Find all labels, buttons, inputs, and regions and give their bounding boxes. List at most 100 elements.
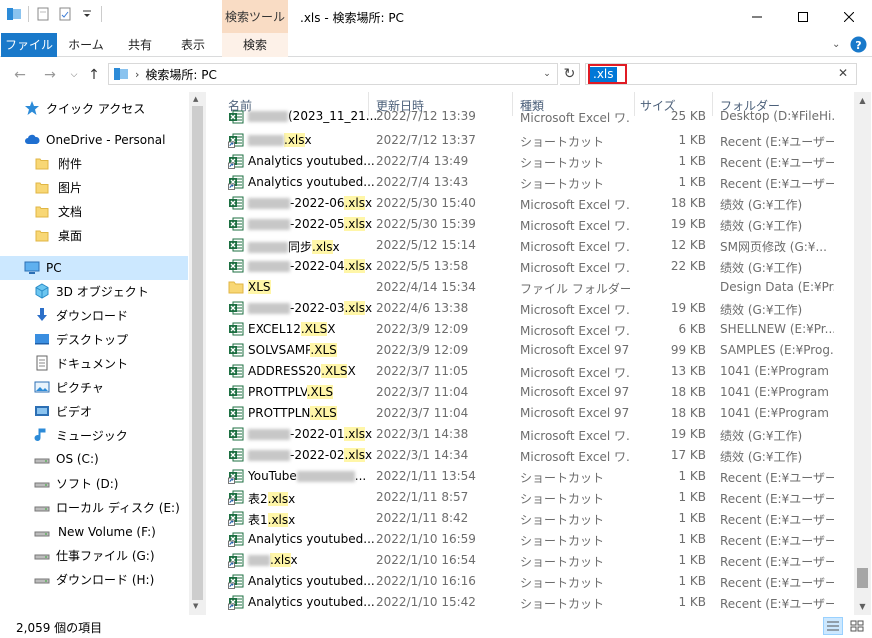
nav-item-9[interactable]: デスクトップ (0, 327, 188, 351)
table-row[interactable]: -2022-06.xlsx 2022/5/30 15:40 Microsoft Ex… (206, 193, 854, 214)
nav-item-11[interactable]: ピクチャ (0, 375, 188, 399)
tab-home[interactable]: ホーム (62, 33, 110, 57)
maximize-button[interactable] (780, 0, 826, 33)
address-bar[interactable]: › 検索場所: PC ⌄ (108, 63, 558, 85)
tab-view[interactable]: 表示 (169, 33, 217, 57)
table-row[interactable]: Analytics youtubed... 2022/7/4 13:49 ショートカ… (206, 151, 854, 172)
table-row[interactable]: 表2.xlsx 2022/1/11 8:57 ショートカット 1 KB Recent (… (206, 487, 854, 508)
nav-item-5[interactable]: 桌面 (0, 223, 188, 247)
back-button[interactable]: ← (10, 65, 30, 85)
file-type: Microsoft Excel 97... (520, 343, 630, 357)
tab-share[interactable]: 共有 (116, 33, 164, 57)
nav-item-10[interactable]: ドキュメント (0, 351, 188, 375)
file-size: 1 KB (678, 490, 706, 504)
nav-item-13[interactable]: ミュージック (0, 423, 188, 447)
file-name-suffix: x (288, 513, 296, 527)
up-button[interactable]: ↑ (84, 65, 104, 85)
table-row[interactable]: PROTTPLV.XLS 2022/3/7 11:04 Microsoft Exce… (206, 382, 854, 403)
nav-scroll-down-icon[interactable]: ▼ (193, 602, 198, 610)
nav-item-18[interactable]: 仕事ファイル (G:) (0, 543, 188, 567)
nav-item-4[interactable]: 文档 (0, 199, 188, 223)
breadcrumb[interactable]: 検索場所: PC (145, 66, 216, 83)
large-icons-view-button[interactable] (847, 617, 867, 635)
scroll-down-icon[interactable]: ▼ (854, 598, 871, 615)
file-name-suffix: x (288, 492, 296, 506)
file-type: Microsoft Excel 97... (520, 406, 630, 420)
refresh-button[interactable]: ↻ (560, 63, 580, 85)
table-row[interactable]: 表1.xlsx 2022/1/11 8:42 ショートカット 1 KB Recent (… (206, 508, 854, 529)
file-type: Microsoft Excel ワ... (520, 219, 630, 233)
scroll-up-icon[interactable]: ▲ (854, 92, 871, 109)
recent-locations-button[interactable]: ⌵ (64, 65, 84, 85)
nav-item-16[interactable]: ローカル ディスク (E:) (0, 495, 188, 519)
help-icon[interactable]: ? (850, 36, 867, 53)
table-row[interactable]: (2023_11_21... 2022/7/12 13:39 Microsoft E… (206, 109, 854, 130)
file-size: 18 KB (670, 406, 706, 420)
table-row[interactable]: -2022-01.xlsx 2022/3/1 14:38 Microsoft Exc… (206, 424, 854, 445)
address-dropdown-icon[interactable]: ⌄ (539, 66, 555, 82)
nav-item-label: ビデオ (56, 404, 93, 419)
folder-icon (34, 155, 50, 171)
nav-item-17[interactable]: New Volume (F:) (0, 520, 188, 544)
navigation-pane: クイック アクセス OneDrive - Personal 附件 图片 文档 桌面 PC 3D… (0, 92, 204, 615)
nav-scroll-up-icon[interactable]: ▲ (193, 95, 198, 103)
qat-separator-2 (101, 6, 102, 22)
nav-scrollbar[interactable]: ▲ ▼ (189, 92, 206, 615)
nav-item-1[interactable]: OneDrive - Personal (0, 128, 188, 152)
table-row[interactable]: SOLVSAMP.XLS 2022/3/9 12:09 Microsoft Exce… (206, 340, 854, 361)
nav-item-15[interactable]: ソフト (D:) (0, 471, 188, 495)
customize-qat-icon[interactable] (79, 6, 95, 22)
forward-button[interactable]: → (40, 65, 60, 85)
nav-scroll-thumb[interactable] (192, 106, 203, 600)
nav-item-7[interactable]: 3D オブジェクト (0, 279, 188, 303)
table-row[interactable]: -2022-04.xlsx 2022/5/5 13:58 Microsoft Exc… (206, 256, 854, 277)
nav-item-0[interactable]: クイック アクセス (0, 96, 188, 120)
content-scrollbar[interactable]: ▲ ▼ (854, 92, 871, 615)
modified-date: 2022/7/12 13:37 (376, 133, 476, 147)
properties-icon[interactable] (35, 6, 51, 22)
table-row[interactable]: 同步.xlsx 2022/5/12 15:14 Microsoft Excel ワ.… (206, 235, 854, 256)
nav-item-14[interactable]: OS (C:) (0, 447, 188, 471)
table-row[interactable]: .xlsx 2022/7/12 13:37 ショートカット 1 KB Recent (E… (206, 130, 854, 151)
file-name-prefix: ADDRESS20 (248, 364, 322, 378)
nav-item-8[interactable]: ダウンロード (0, 303, 188, 327)
search-input[interactable]: .xls ✕ (585, 63, 857, 85)
nav-item-3[interactable]: 图片 (0, 175, 188, 199)
table-row[interactable]: .xlsx 2022/1/10 16:54 ショートカット 1 KB Recent (E… (206, 550, 854, 571)
scroll-thumb[interactable] (857, 568, 868, 588)
nav-item-label: ダウンロード (H:) (56, 572, 155, 587)
tab-search[interactable]: 検索 (222, 33, 288, 57)
table-row[interactable]: -2022-03.xlsx 2022/4/6 13:38 Microsoft Exc… (206, 298, 854, 319)
excel-file-icon (228, 195, 244, 211)
table-row[interactable]: Analytics youtubed... 2022/1/10 15:42 ショート… (206, 592, 854, 613)
file-name-prefix: -2022-01 (290, 427, 345, 441)
file-size: 17 KB (670, 448, 706, 462)
table-row[interactable]: XLS 2022/4/14 15:34 ファイル フォルダー Design Data … (206, 277, 854, 298)
folder-icon (228, 279, 244, 295)
new-folder-check-icon[interactable] (57, 6, 73, 22)
file-name-prefix: Analytics youtubed... (248, 175, 375, 189)
clear-search-icon[interactable]: ✕ (838, 66, 848, 80)
tab-file[interactable]: ファイル (1, 33, 57, 57)
table-row[interactable]: Analytics youtubed... 2022/7/4 13:43 ショートカ… (206, 172, 854, 193)
table-row[interactable]: PROTTPLN.XLS 2022/3/7 11:04 Microsoft Exce… (206, 403, 854, 424)
modified-date: 2022/3/7 11:04 (376, 406, 469, 420)
nav-item-19[interactable]: ダウンロード (H:) (0, 567, 188, 591)
ribbon-expand-chevron-icon[interactable]: ⌄ (832, 39, 840, 50)
table-row[interactable]: Analytics youtubed... 2022/1/10 16:16 ショート… (206, 571, 854, 592)
table-row[interactable]: -2022-05.xlsx 2022/5/30 15:39 Microsoft Ex… (206, 214, 854, 235)
modified-date: 2022/3/7 11:04 (376, 385, 469, 399)
minimize-button[interactable] (734, 0, 780, 33)
nav-item-2[interactable]: 附件 (0, 151, 188, 175)
table-row[interactable]: Analytics youtubed... 2022/1/10 16:59 ショート… (206, 529, 854, 550)
table-row[interactable]: YouTube... 2022/1/11 13:54 ショートカット 1 KB Rece… (206, 466, 854, 487)
search-match-highlight: .xls (267, 492, 289, 506)
table-row[interactable]: EXCEL12.XLSX 2022/3/9 12:09 Microsoft Exce… (206, 319, 854, 340)
nav-item-12[interactable]: ビデオ (0, 399, 188, 423)
status-bar: 2,059 個の項目 (0, 615, 872, 638)
details-view-button[interactable] (823, 617, 843, 635)
table-row[interactable]: -2022-02.xlsx 2022/3/1 14:34 Microsoft Exc… (206, 445, 854, 466)
close-button[interactable] (826, 0, 872, 33)
table-row[interactable]: ADDRESS20.XLSX 2022/3/7 11:05 Microsoft Ex… (206, 361, 854, 382)
nav-item-6[interactable]: PC (0, 256, 188, 280)
